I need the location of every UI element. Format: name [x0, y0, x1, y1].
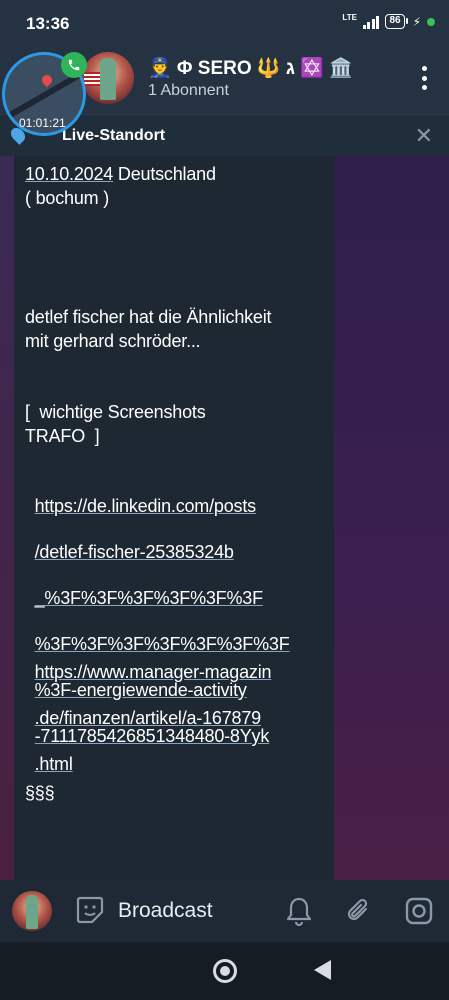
- date-link[interactable]: 10.10.2024: [25, 164, 113, 184]
- pip-duration: 01:01:21: [19, 116, 66, 130]
- live-location-label: Live-Standort: [62, 127, 166, 144]
- battery-icon: 86: [385, 14, 408, 29]
- manager-magazin-link[interactable]: https://www.manager-magazin .de/finanzen…: [25, 638, 272, 776]
- status-time: 13:36: [26, 14, 70, 33]
- message-line: TRAFO ]: [25, 426, 100, 446]
- message-line: mit gerhard schröder...: [25, 331, 201, 351]
- close-icon[interactable]: ✕: [415, 123, 433, 149]
- map-pin-icon: [39, 72, 55, 88]
- message-footer: §§§: [25, 783, 55, 803]
- phone-call-icon[interactable]: [61, 52, 87, 78]
- statue-of-liberty-icon: [100, 58, 116, 100]
- message-line: [ wichtige Screenshots: [25, 402, 206, 422]
- broadcast-bar: Broadcast: [0, 880, 449, 942]
- sticker-icon[interactable]: [74, 894, 106, 926]
- system-nav-bar: [0, 942, 449, 1000]
- message-line: detlef fischer hat die Ähnlichkeit: [25, 307, 272, 327]
- statue-of-liberty-icon: [26, 895, 38, 929]
- sender-avatar[interactable]: [12, 891, 52, 931]
- bell-icon[interactable]: [284, 895, 314, 927]
- attachment-icon[interactable]: [344, 895, 374, 927]
- channel-title[interactable]: 👮 Φ SERO 🔱 ג ✡️ 🏛️: [148, 56, 353, 80]
- message-line: 10.10.2024 Deutschland: [25, 164, 216, 184]
- status-icons: LTE 86 ⚡: [342, 12, 435, 29]
- privacy-indicator-icon: [427, 17, 435, 26]
- signal-icon: [362, 15, 380, 29]
- subscriber-count: 1 Abonnent: [148, 82, 229, 99]
- back-icon[interactable]: [314, 960, 331, 980]
- home-icon[interactable]: [213, 959, 237, 983]
- status-bar: 13:36 LTE 86 ⚡: [0, 0, 449, 46]
- network-type: LTE: [342, 12, 357, 22]
- camera-icon[interactable]: [403, 895, 435, 927]
- message-line: ( bochum ): [25, 188, 110, 208]
- charging-icon: ⚡: [412, 14, 421, 29]
- broadcast-label[interactable]: Broadcast: [118, 899, 213, 923]
- more-options-icon[interactable]: [421, 66, 427, 90]
- channel-avatar[interactable]: [82, 52, 134, 104]
